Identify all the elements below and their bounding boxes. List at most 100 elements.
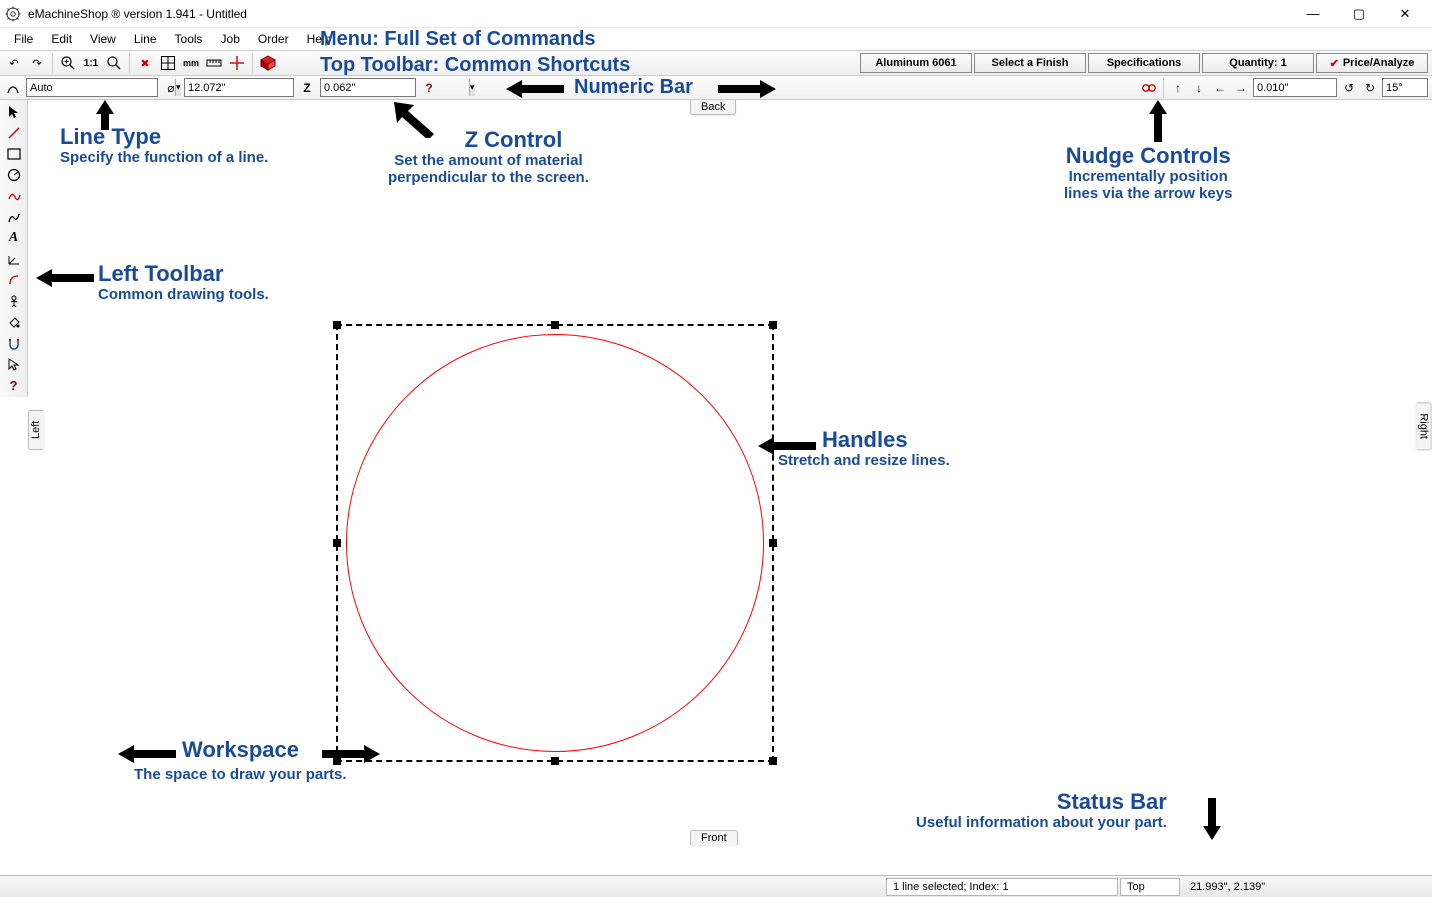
rotate-input[interactable] xyxy=(1383,79,1432,96)
app-icon xyxy=(4,5,22,23)
link-icon[interactable] xyxy=(1140,79,1158,97)
menu-bar: File Edit View Line Tools Job Order Help xyxy=(0,28,1432,50)
spline-icon[interactable] xyxy=(3,186,25,206)
status-coords: 21.993", 2.139" xyxy=(1186,881,1269,893)
maximize-button[interactable]: ▢ xyxy=(1336,0,1382,28)
annotation-sub: Incrementally position xyxy=(1064,168,1232,185)
delete-icon[interactable]: ✖ xyxy=(135,53,155,73)
annotation-title: Z Control xyxy=(438,128,589,152)
annotation-sub: lines via the arrow keys xyxy=(1064,185,1232,202)
annotation-title: Line Type xyxy=(60,125,268,149)
annotation-title: Left Toolbar xyxy=(98,262,269,286)
fill-icon[interactable] xyxy=(3,312,25,332)
annotation-sub: Set the amount of material xyxy=(388,152,589,169)
3d-preview-icon[interactable] xyxy=(258,53,278,73)
zoom-out-icon[interactable] xyxy=(104,53,124,73)
line-type-combo[interactable]: ▾ xyxy=(26,78,158,97)
crosshair-icon[interactable] xyxy=(227,53,247,73)
circle-shape[interactable] xyxy=(346,334,764,752)
resize-handle-ne[interactable] xyxy=(769,321,777,329)
menu-view[interactable]: View xyxy=(82,30,124,48)
resize-handle-nw[interactable] xyxy=(333,321,341,329)
line-icon[interactable] xyxy=(3,123,25,143)
annotation-workspace-sub: The space to draw your parts. xyxy=(134,766,347,783)
finish-button[interactable]: Select a Finish xyxy=(974,53,1086,73)
arrow-right-icon xyxy=(718,79,776,99)
diameter-icon: ⌀ xyxy=(162,79,180,97)
nudge-input[interactable] xyxy=(1254,79,1402,96)
select-icon[interactable] xyxy=(3,102,25,122)
nudge-right-icon[interactable]: → xyxy=(1232,79,1250,97)
view-tab-back[interactable]: Back xyxy=(690,100,736,115)
z-input[interactable] xyxy=(321,79,469,96)
specifications-button[interactable]: Specifications xyxy=(1088,53,1200,73)
resize-handle-w[interactable] xyxy=(333,539,341,547)
nudge-down-icon[interactable]: ↓ xyxy=(1190,79,1208,97)
view-tab-right[interactable]: Right xyxy=(1417,402,1432,450)
annotation-title: Nudge Controls xyxy=(1064,144,1232,168)
material-button[interactable]: Aluminum 6061 xyxy=(860,53,972,73)
redo-icon[interactable]: ↷ xyxy=(27,53,47,73)
arrow-down-icon xyxy=(1202,798,1222,840)
resize-handle-s[interactable] xyxy=(551,757,559,765)
magnet-icon[interactable] xyxy=(3,333,25,353)
annotation-left-toolbar: Left Toolbar Common drawing tools. xyxy=(98,262,269,303)
rotate-combo[interactable] xyxy=(1382,78,1428,97)
undo-icon[interactable]: ↶ xyxy=(4,53,24,73)
annotation-sub: perpendicular to the screen. xyxy=(388,169,589,186)
line-type-input[interactable] xyxy=(27,79,175,96)
zoom-100-icon[interactable]: 1:1 xyxy=(81,53,101,73)
menu-edit[interactable]: Edit xyxy=(43,30,80,48)
resize-handle-n[interactable] xyxy=(551,321,559,329)
arc-icon[interactable] xyxy=(3,270,25,290)
pan-icon[interactable] xyxy=(3,291,25,311)
annotation-z-control: Z Control Set the amount of material per… xyxy=(388,128,589,186)
menu-tools[interactable]: Tools xyxy=(167,30,211,48)
annotation-top-toolbar: Top Toolbar: Common Shortcuts xyxy=(320,54,630,77)
help-icon[interactable]: ? xyxy=(3,375,25,395)
separator xyxy=(129,53,130,73)
help-icon[interactable]: ? xyxy=(420,79,438,97)
close-button[interactable]: ✕ xyxy=(1382,0,1428,28)
resize-handle-se[interactable] xyxy=(769,757,777,765)
rectangle-icon[interactable] xyxy=(3,144,25,164)
nudge-combo[interactable]: ▾ xyxy=(1253,78,1337,97)
rotate-cw-icon[interactable]: ↻ xyxy=(1361,79,1379,97)
nudge-left-icon[interactable]: ← xyxy=(1211,79,1229,97)
line-type-icon xyxy=(4,79,22,97)
arrow-right-icon xyxy=(322,744,380,764)
price-label: Price/Analyze xyxy=(1343,57,1415,69)
rotate-ccw-icon[interactable]: ↺ xyxy=(1340,79,1358,97)
freehand-icon[interactable] xyxy=(3,207,25,227)
menu-file[interactable]: File xyxy=(6,30,41,48)
menu-order[interactable]: Order xyxy=(250,30,297,48)
annotation-line-type: Line Type Specify the function of a line… xyxy=(60,125,268,166)
resize-handle-e[interactable] xyxy=(769,539,777,547)
nudge-up-icon[interactable]: ↑ xyxy=(1169,79,1187,97)
menu-job[interactable]: Job xyxy=(213,30,248,48)
menu-line[interactable]: Line xyxy=(126,30,165,48)
status-bar: 1 line selected; Index: 1 Top 21.993", 2… xyxy=(0,875,1432,897)
minimize-button[interactable]: — xyxy=(1290,0,1336,28)
text-icon[interactable]: A xyxy=(3,228,25,248)
annotation-nudge: Nudge Controls Incrementally position li… xyxy=(1064,144,1232,202)
view-tab-left[interactable]: Left xyxy=(28,410,43,450)
cursor-icon[interactable] xyxy=(3,354,25,374)
ruler-icon[interactable] xyxy=(204,53,224,73)
quantity-button[interactable]: Quantity: 1 xyxy=(1202,53,1314,73)
annotation-sub: Specify the function of a line. xyxy=(60,149,268,166)
separator xyxy=(52,53,53,73)
grid-icon[interactable] xyxy=(158,53,178,73)
dropdown-icon[interactable]: ▾ xyxy=(469,79,475,96)
diameter-combo[interactable]: ▾ xyxy=(184,78,294,97)
annotation-workspace: Workspace xyxy=(182,738,299,762)
arrow-left-icon xyxy=(506,79,564,99)
circle-icon[interactable] xyxy=(3,165,25,185)
dimension-icon[interactable] xyxy=(3,249,25,269)
zoom-in-icon[interactable] xyxy=(58,53,78,73)
price-analyze-button[interactable]: ✔ Price/Analyze xyxy=(1316,53,1428,73)
units-mm-icon[interactable]: mm xyxy=(181,53,201,73)
view-tab-front[interactable]: Front xyxy=(690,830,738,845)
arrow-left-icon xyxy=(36,268,94,288)
z-combo[interactable]: ▾ xyxy=(320,78,416,97)
